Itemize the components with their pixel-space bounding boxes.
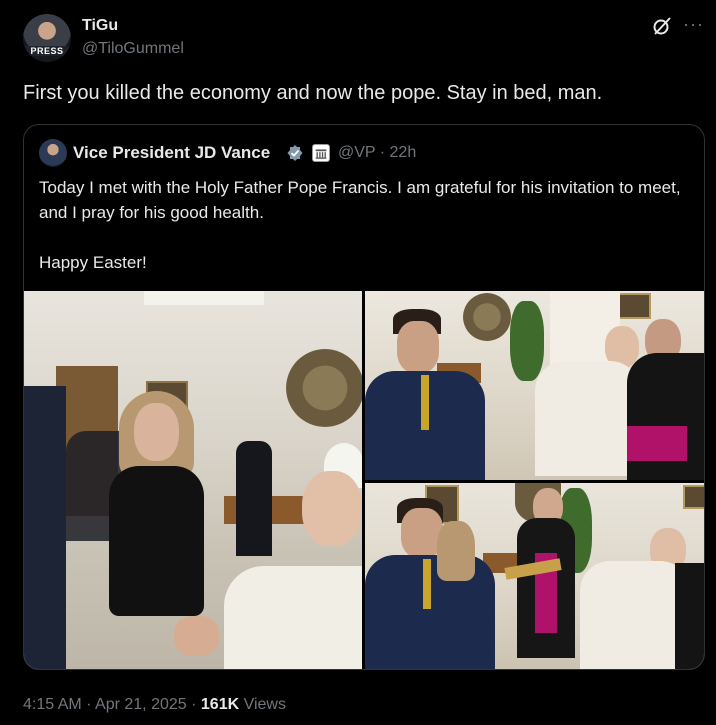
photo-grid bbox=[24, 291, 704, 669]
quoted-handle-time[interactable]: @VP · 22h bbox=[338, 144, 416, 162]
wall-medallion bbox=[463, 293, 511, 341]
avatar-press-text: PRESS bbox=[23, 46, 71, 56]
views-count: 161K bbox=[200, 696, 240, 713]
timestamp-text[interactable]: 4:15 AM · Apr 21, 2025 · bbox=[23, 696, 201, 713]
ceiling-light bbox=[144, 291, 264, 305]
photo-3[interactable] bbox=[365, 483, 704, 669]
woman-dress bbox=[109, 466, 204, 616]
quoted-tweet[interactable]: Vice President JD Vance @VP · 22h Today … bbox=[23, 124, 705, 670]
quoted-text-paragraph-1: Today I met with the Holy Father Pope Fr… bbox=[39, 178, 681, 222]
pope-face bbox=[302, 471, 362, 546]
quoted-avatar[interactable] bbox=[39, 139, 67, 167]
pope-vestment bbox=[535, 361, 640, 476]
views-label: Views bbox=[239, 696, 286, 713]
man-walking bbox=[236, 441, 272, 556]
author-handle[interactable]: @TiloGummel bbox=[82, 40, 184, 58]
wall-medallion bbox=[286, 349, 362, 427]
potted-plant bbox=[510, 301, 544, 381]
tweet-text: First you killed the economy and now the… bbox=[23, 82, 603, 104]
pope-vestment bbox=[580, 561, 690, 669]
government-affiliation-icon bbox=[312, 144, 330, 162]
vance-tie bbox=[421, 375, 429, 430]
quoted-text: Today I met with the Holy Father Pope Fr… bbox=[39, 175, 699, 275]
person-left-edge bbox=[24, 386, 66, 669]
photo-2[interactable] bbox=[365, 291, 704, 480]
pope-vestment bbox=[224, 566, 362, 669]
author-name[interactable]: TiGu bbox=[82, 17, 118, 35]
vance-tie bbox=[423, 559, 431, 609]
wall-painting bbox=[683, 485, 704, 509]
photo-1[interactable] bbox=[24, 291, 362, 669]
woman-face bbox=[134, 403, 179, 461]
grok-icon[interactable] bbox=[652, 16, 672, 36]
woman-seated bbox=[437, 521, 475, 581]
tweet: PRESS TiGu @TiloGummel ··· First you kil… bbox=[0, 0, 716, 725]
verified-badge-icon bbox=[287, 145, 303, 161]
more-icon[interactable]: ··· bbox=[683, 14, 704, 35]
priest-sash bbox=[627, 426, 687, 461]
wall-painting bbox=[617, 293, 651, 319]
priest-cassock bbox=[675, 563, 704, 669]
quoted-text-paragraph-2: Happy Easter! bbox=[39, 253, 147, 272]
author-avatar[interactable]: PRESS bbox=[23, 14, 71, 62]
tweet-timestamp[interactable]: 4:15 AM · Apr 21, 2025 · 161K Views bbox=[23, 696, 286, 714]
vance-face bbox=[397, 321, 439, 373]
handshake bbox=[174, 616, 219, 656]
quoted-author-name[interactable]: Vice President JD Vance bbox=[73, 143, 270, 163]
